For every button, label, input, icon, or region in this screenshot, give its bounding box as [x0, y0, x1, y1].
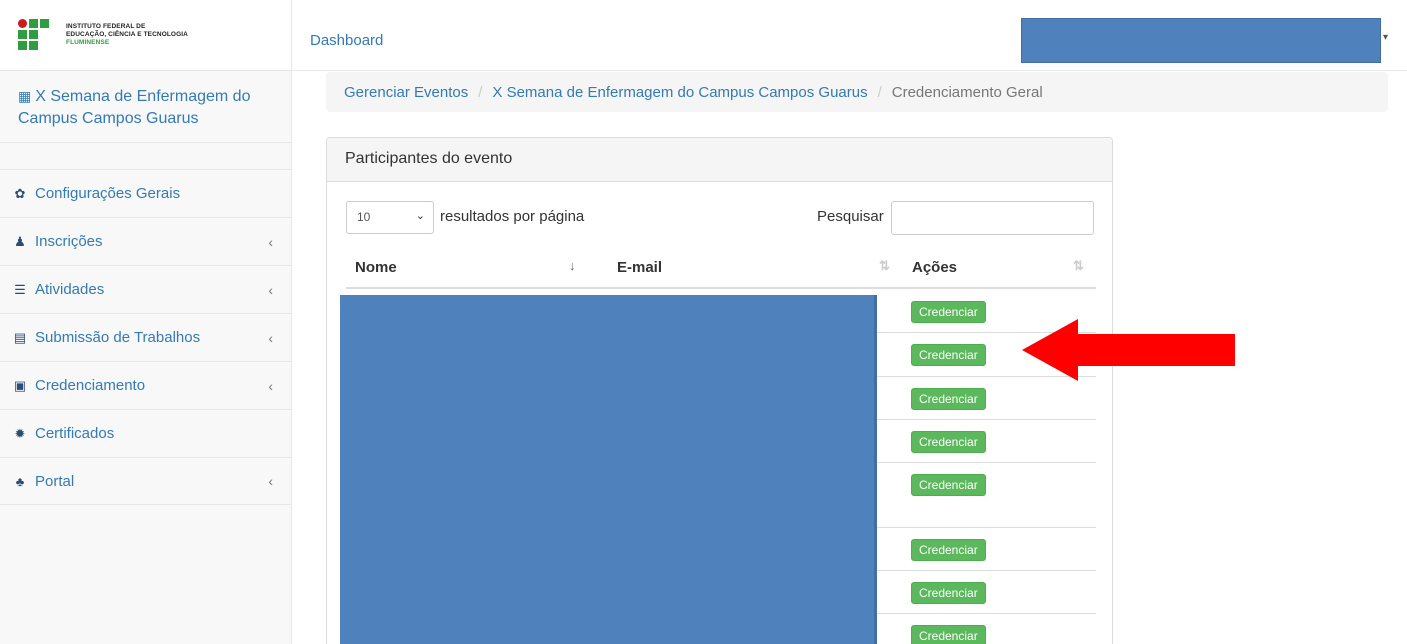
top-navbar: Dashboard ▾ — [292, 0, 1407, 71]
page-length-select[interactable]: 10 ⌄ — [346, 201, 434, 234]
sort-icon[interactable]: ⇅ — [879, 258, 890, 274]
logo[interactable]: INSTITUTO FEDERAL DE EDUCAÇÃO, CIÊNCIA E… — [0, 0, 291, 71]
search-label: Pesquisar — [817, 208, 884, 225]
dashboard-link[interactable]: Dashboard — [310, 32, 383, 49]
tasks-icon: ☰ — [14, 281, 26, 297]
sidebar-item-portal[interactable]: ♣ Portal ‹ — [0, 457, 291, 505]
breadcrumb-separator: / — [478, 84, 483, 101]
redacted-participant-data — [340, 295, 877, 644]
sitemap-icon: ♣ — [15, 473, 25, 489]
credenciar-button[interactable]: Credenciar — [911, 344, 986, 366]
sidebar-item-label: Portal — [35, 472, 75, 490]
chevron-left-icon: ‹ — [268, 473, 273, 489]
sort-icon[interactable]: ⇅ — [1073, 258, 1084, 274]
certificate-icon: ✹ — [14, 425, 26, 441]
chevron-left-icon: ‹ — [268, 329, 273, 346]
logo-text: INSTITUTO FEDERAL DE EDUCAÇÃO, CIÊNCIA E… — [66, 23, 188, 46]
sidebar-item-inscricoes[interactable]: ♟ Inscrições ‹ — [0, 217, 291, 265]
breadcrumb-item-event[interactable]: X Semana de Enfermagem do Campus Campos … — [492, 84, 867, 101]
user-icon: ♟ — [14, 233, 26, 249]
breadcrumb: Gerenciar Eventos / X Semana de Enfermagem… — [326, 72, 1388, 112]
sidebar-item-label: Atividades — [35, 281, 105, 298]
sidebar-item-submissao-de-trabalhos[interactable]: ▤ Submissão de Trabalhos ‹ — [0, 313, 291, 361]
sidebar: INSTITUTO FEDERAL DE EDUCAÇÃO, CIÊNCIA E… — [0, 0, 292, 644]
breadcrumb-item-gerenciar-eventos[interactable]: Gerenciar Eventos — [344, 84, 468, 101]
sort-ascending-icon[interactable]: ↓ — [569, 258, 575, 273]
panel-title: Participantes do evento — [327, 138, 1112, 182]
sidebar-item-atividades[interactable]: ☰ Atividades ‹ — [0, 265, 291, 313]
sidebar-item-configuracoes-gerais[interactable]: ✿ Configurações Gerais — [0, 169, 291, 217]
column-header-email[interactable]: E-mail — [617, 259, 662, 276]
credenciar-button[interactable]: Credenciar — [911, 431, 986, 453]
institute-logo-icon — [18, 19, 50, 51]
user-menu-redacted[interactable] — [1021, 18, 1381, 63]
file-icon: ▤ — [13, 329, 27, 345]
sidebar-item-label: Configurações Gerais — [35, 185, 181, 202]
column-header-nome[interactable]: Nome — [355, 259, 397, 276]
column-header-acoes[interactable]: Ações — [912, 259, 957, 276]
credenciar-button[interactable]: Credenciar — [911, 539, 986, 561]
caret-down-icon[interactable]: ▾ — [1383, 32, 1388, 43]
sidebar-item-label: Certificados — [35, 425, 115, 442]
sidebar-item-label: Credenciamento — [35, 377, 146, 394]
sidebar-menu: ✿ Configurações Gerais ♟ Inscrições ‹ ☰ … — [0, 169, 291, 505]
credenciar-button[interactable]: Credenciar — [911, 625, 986, 644]
sidebar-item-credenciamento[interactable]: ▣ Credenciamento ‹ — [0, 361, 291, 409]
chevron-left-icon: ‹ — [268, 281, 273, 298]
search-input[interactable] — [891, 201, 1094, 235]
calendar-icon: ▦ — [18, 88, 32, 104]
red-arrow-annotation — [1022, 319, 1235, 381]
sidebar-item-label: Inscrições — [35, 233, 103, 250]
sidebar-event-title[interactable]: ▦ X Semana de Enfermagem do Campus Campos… — [0, 71, 291, 143]
table-header: Nome ↓ E-mail ⇅ Ações ⇅ — [346, 246, 1096, 289]
credenciar-button[interactable]: Credenciar — [911, 301, 986, 323]
chevron-down-icon: ⌄ — [415, 210, 425, 222]
sidebar-item-label: Submissão de Trabalhos — [35, 329, 201, 346]
badge-icon: ▣ — [13, 377, 27, 393]
credenciar-button[interactable]: Credenciar — [911, 582, 986, 604]
chevron-left-icon: ‹ — [268, 377, 273, 394]
credenciar-button[interactable]: Credenciar — [911, 388, 986, 410]
table-controls: 10 ⌄ resultados por página Pesquisar — [346, 201, 1094, 235]
breadcrumb-separator: / — [877, 84, 882, 101]
credenciar-button[interactable]: Credenciar — [911, 474, 986, 496]
sidebar-item-certificados[interactable]: ✹ Certificados — [0, 409, 291, 457]
breadcrumb-current: Credenciamento Geral — [891, 84, 1043, 101]
page-length-label: resultados por página — [440, 208, 585, 225]
gear-icon: ✿ — [14, 185, 26, 201]
chevron-left-icon: ‹ — [268, 233, 273, 250]
